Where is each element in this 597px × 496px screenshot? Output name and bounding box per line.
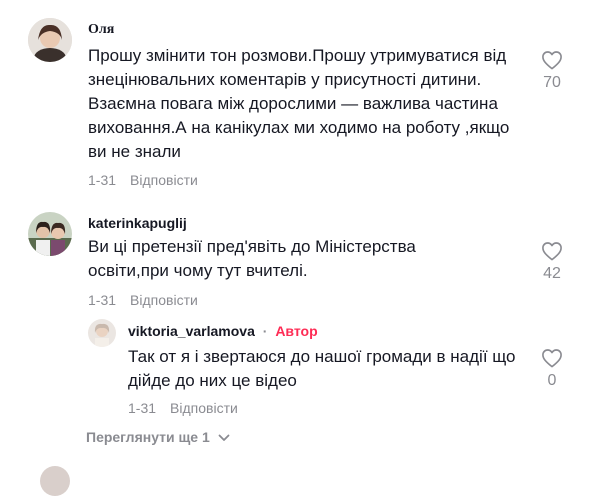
reply-meta: 1-31 Відповісти xyxy=(128,400,238,416)
reply-text: Так от я і звертаюся до нашої громади в … xyxy=(128,347,516,390)
like-button[interactable]: 42 xyxy=(532,241,572,283)
heart-icon xyxy=(542,242,562,261)
chevron-down-icon xyxy=(218,434,230,442)
heart-icon xyxy=(542,51,562,70)
like-count: 0 xyxy=(547,372,557,389)
comment-meta: 1-31 Відповісти xyxy=(88,292,198,308)
comment-text: Ви ці претензії пред'явіть до Міністерст… xyxy=(88,237,416,280)
separator-dot: · xyxy=(262,323,268,339)
comment-text: Прошу змінити тон розмови.Прошу утримува… xyxy=(88,46,510,161)
like-count: 70 xyxy=(543,74,561,91)
reply-button[interactable]: Відповісти xyxy=(130,292,198,308)
author-badge: Автор xyxy=(275,323,318,339)
reply-date: 1-31 xyxy=(128,400,157,416)
view-more-label: Переглянути ще 1 xyxy=(86,429,210,445)
avatar[interactable] xyxy=(40,466,70,496)
comment-date: 1-31 xyxy=(88,292,117,308)
avatar[interactable] xyxy=(88,319,116,347)
comment-username[interactable]: katerinkapuglij xyxy=(88,215,187,231)
reply-button[interactable]: Відповісти xyxy=(130,172,198,188)
like-button[interactable]: 70 xyxy=(532,50,572,92)
like-count: 42 xyxy=(543,265,561,282)
reply-username[interactable]: viktoria_varlamova xyxy=(128,323,255,339)
comment-date: 1-31 xyxy=(88,172,117,188)
view-more-replies-button[interactable]: Переглянути ще 1 xyxy=(86,429,230,445)
comment-username[interactable]: Оля xyxy=(88,22,114,38)
reply-button[interactable]: Відповісти xyxy=(170,400,238,416)
comment-meta: 1-31 Відповісти xyxy=(88,172,198,188)
like-button[interactable]: 0 xyxy=(532,348,572,390)
avatar[interactable] xyxy=(28,212,72,256)
reply-header: viktoria_varlamova · Автор xyxy=(128,323,318,339)
avatar[interactable] xyxy=(28,18,72,62)
heart-icon xyxy=(542,349,562,368)
